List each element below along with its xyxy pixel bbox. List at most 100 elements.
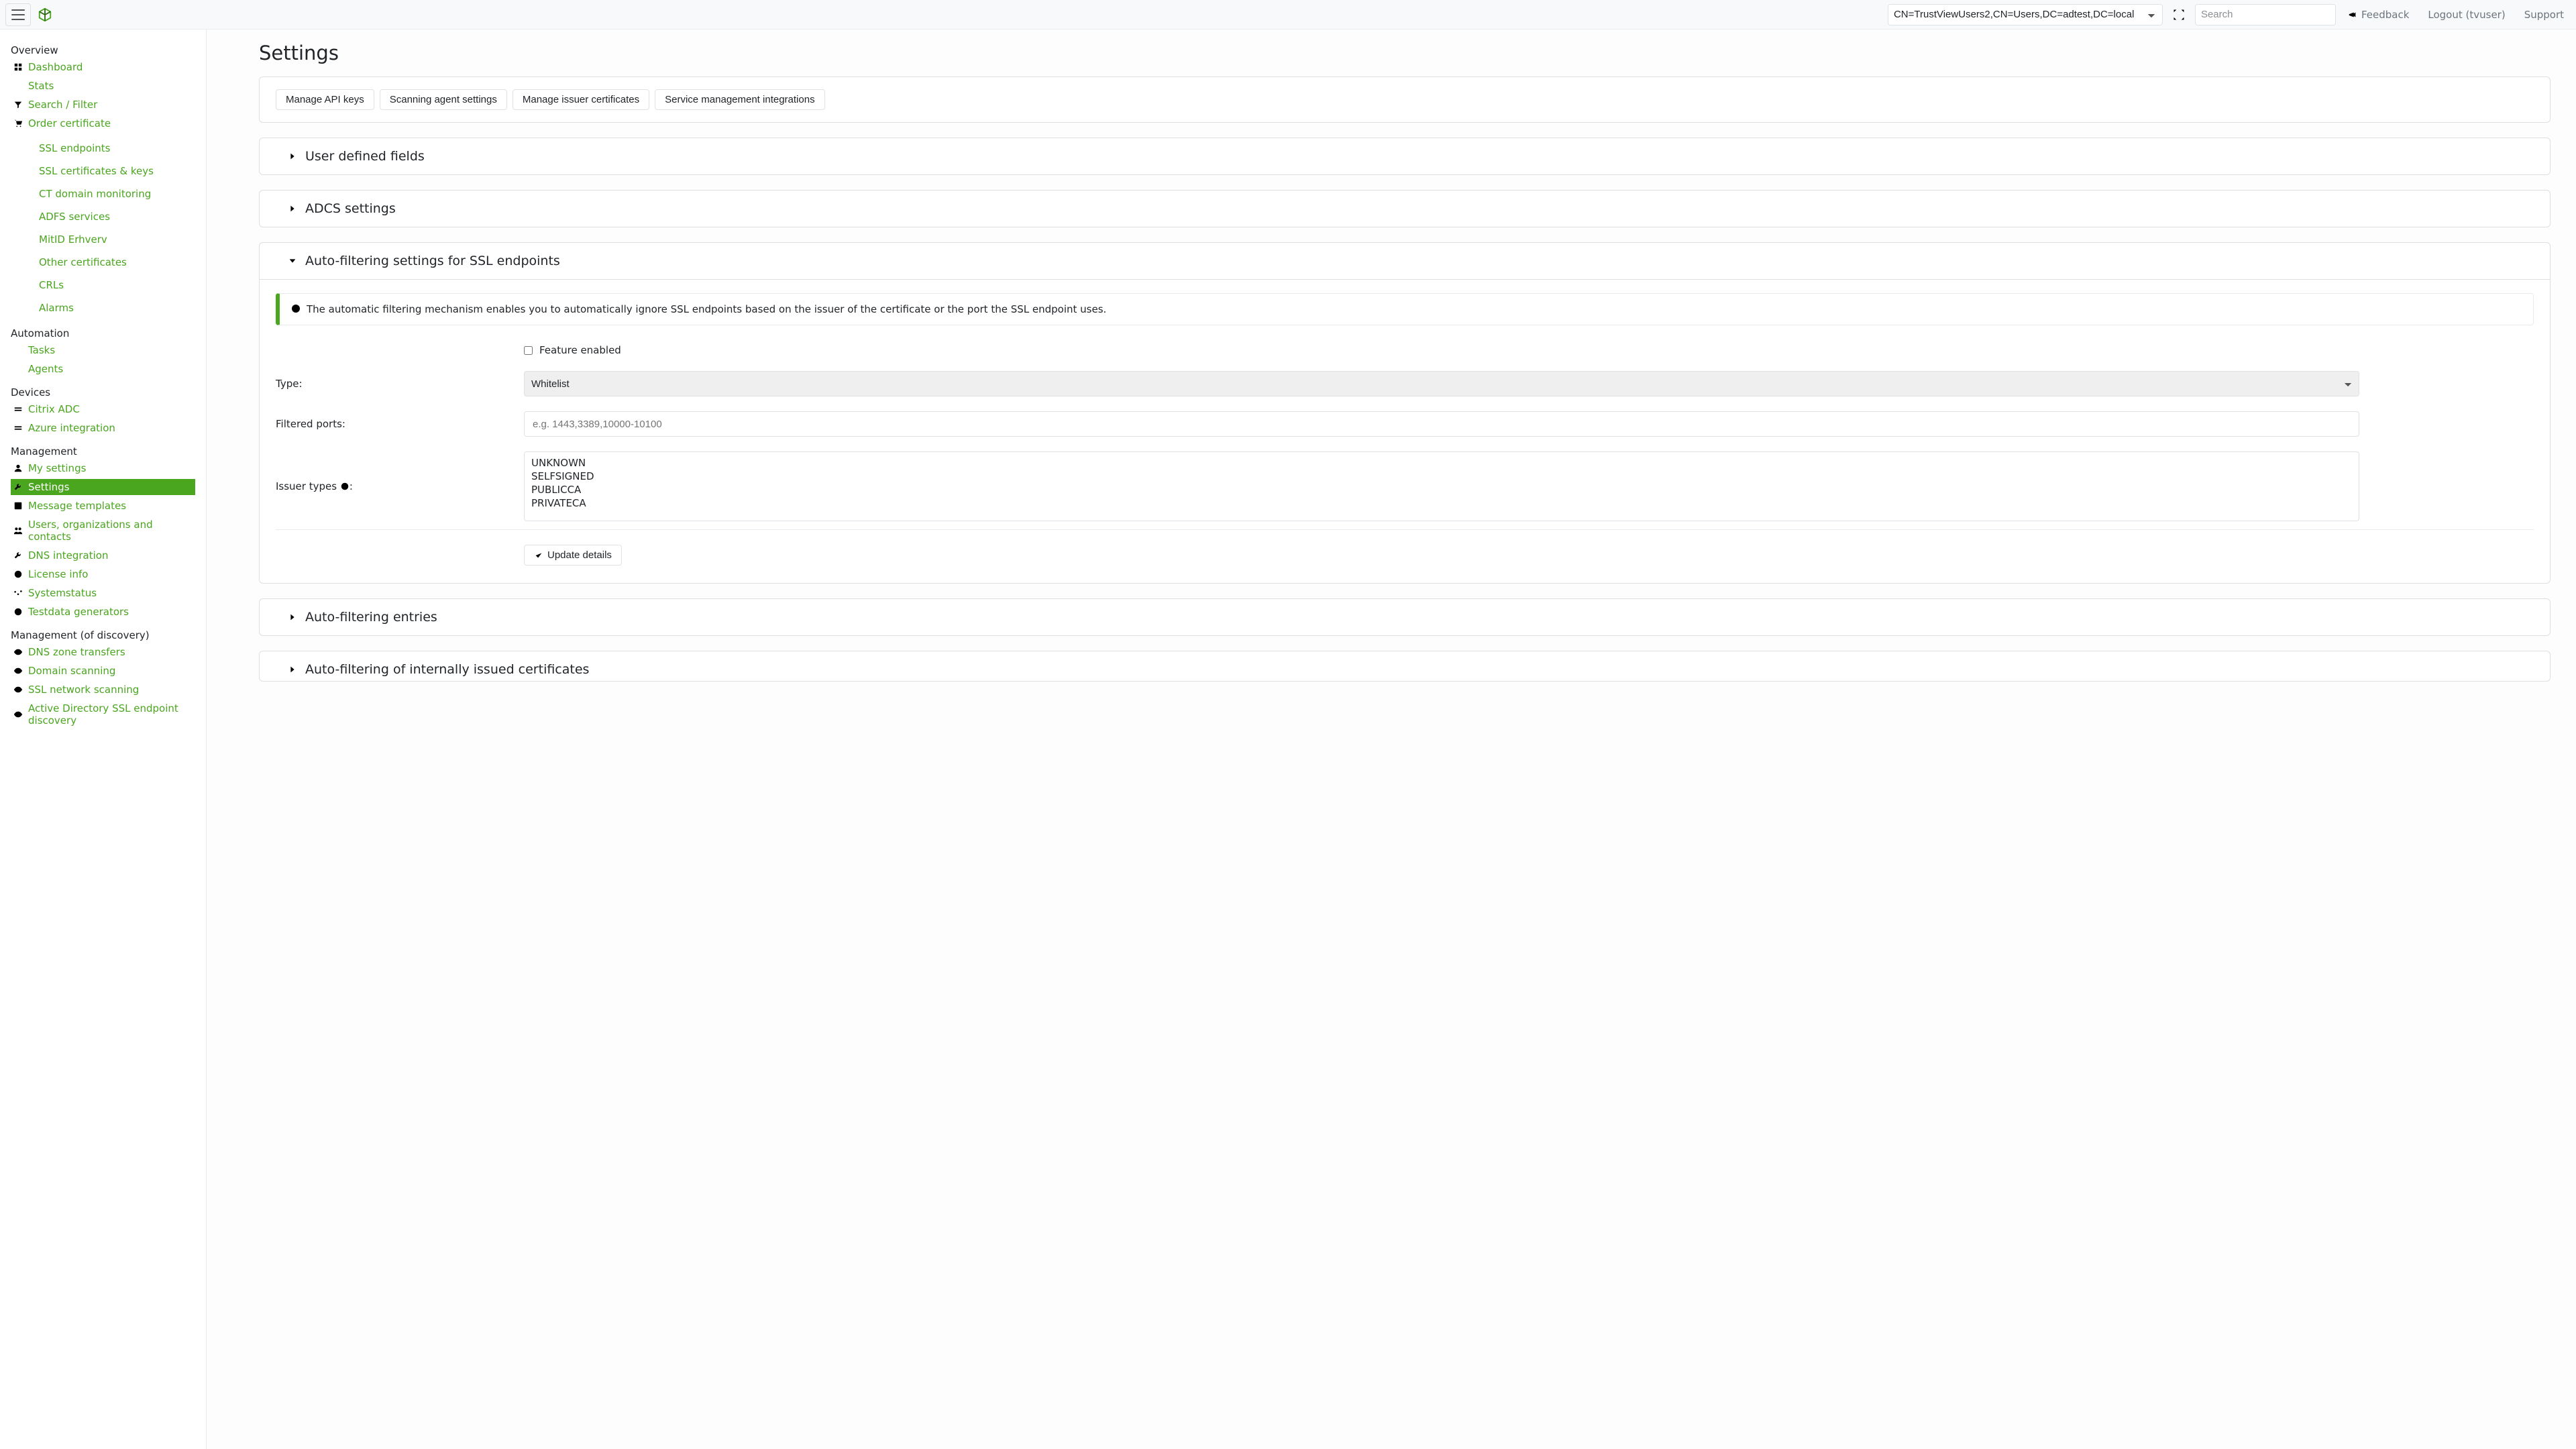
accordion-toggle-auto-filter-internal[interactable]: Auto-filtering of internally issued cert… bbox=[260, 651, 2550, 681]
issuer-type-option[interactable]: UNKNOWN bbox=[531, 456, 2352, 470]
sidebar-item-adfs-services[interactable]: ADFS services bbox=[21, 209, 184, 224]
chevron-down-icon bbox=[288, 256, 297, 266]
sidebar-item-label: ADFS services bbox=[39, 211, 110, 223]
search-input[interactable] bbox=[2195, 4, 2336, 25]
accordion-toggle-adcs-settings[interactable]: ADCS settings bbox=[260, 191, 2550, 227]
sidebar-item-dns-zone-transfers[interactable]: DNS zone transfers bbox=[11, 644, 195, 660]
settings-actions-card: Manage API keys Scanning agent settings Ma… bbox=[259, 76, 2551, 123]
list-icon bbox=[24, 212, 34, 221]
sidebar-item-ct-domain-monitoring[interactable]: CT domain monitoring bbox=[21, 186, 184, 201]
issuer-type-option[interactable]: SELFSIGNED bbox=[531, 470, 2352, 483]
sidebar-item-label: DNS zone transfers bbox=[28, 646, 125, 658]
sidebar-item-settings[interactable]: Settings bbox=[11, 479, 195, 495]
sidebar-item-testdata-generators[interactable]: Testdata generators bbox=[11, 604, 195, 620]
org-select[interactable]: CN=TrustViewUsers2,CN=Users,DC=adtest,DC… bbox=[1888, 4, 2163, 25]
sidebar-item-order-certificate[interactable]: Order certificate bbox=[11, 115, 195, 131]
users-icon bbox=[13, 526, 23, 535]
accordion-adcs-settings: ADCS settings bbox=[259, 190, 2551, 227]
sidebar-item-mitid-erhverv[interactable]: MitID Erhverv bbox=[21, 232, 184, 247]
eye-icon bbox=[13, 710, 23, 719]
sidebar-item-alarms[interactable]: Alarms bbox=[21, 301, 184, 315]
sidebar-item-active-directory-ssl-endpoint-discovery[interactable]: Active Directory SSL endpoint discovery bbox=[11, 700, 195, 729]
sidebar-item-search-filter[interactable]: Search / Filter bbox=[11, 97, 195, 113]
sidebar-item-dashboard[interactable]: Dashboard bbox=[11, 59, 195, 75]
list-icon bbox=[13, 345, 23, 355]
info-icon bbox=[13, 570, 23, 579]
sidebar-item-label: Systemstatus bbox=[28, 587, 97, 599]
sidebar-item-dns-integration[interactable]: DNS integration bbox=[11, 547, 195, 564]
filtered-ports-label: Filtered ports: bbox=[276, 418, 524, 430]
chevron-right-icon bbox=[288, 204, 297, 213]
main-content: Settings Manage API keysScanning agent s… bbox=[207, 30, 2576, 1449]
sidebar-item-other-certificates[interactable]: Other certificates bbox=[21, 255, 184, 270]
accordion-user-defined-fields: User defined fields bbox=[259, 138, 2551, 175]
sidebar-item-label: Alarms bbox=[39, 302, 74, 314]
accordion-toggle-auto-filter-entries[interactable]: Auto-filtering entries bbox=[260, 599, 2550, 635]
sidebar-item-label: Search / Filter bbox=[28, 99, 97, 111]
filtered-ports-input[interactable] bbox=[524, 411, 2359, 437]
manage-api-keys-button[interactable]: Manage API keys bbox=[276, 89, 374, 110]
sidebar-item-systemstatus[interactable]: Systemstatus bbox=[11, 585, 195, 601]
sidebar-item-license-info[interactable]: License info bbox=[11, 566, 195, 582]
sidebar-item-ssl-network-scanning[interactable]: SSL network scanning bbox=[11, 682, 195, 698]
sidebar-item-ssl-certificates-keys[interactable]: SSL certificates & keys bbox=[21, 164, 184, 178]
list-icon bbox=[24, 258, 34, 267]
feedback-link[interactable]: Feedback bbox=[2341, 9, 2416, 21]
sidebar-item-agents[interactable]: Agents bbox=[11, 361, 195, 377]
sidebar-item-label: Users, organizations and contacts bbox=[28, 519, 191, 543]
sidebar-item-label: Agents bbox=[28, 363, 63, 375]
nav-group-title: Overview bbox=[11, 40, 195, 58]
chevron-right-icon bbox=[288, 665, 297, 674]
sidebar-item-citrix-adc[interactable]: Citrix ADC bbox=[11, 401, 195, 417]
separator bbox=[276, 529, 2534, 530]
support-link[interactable]: Support bbox=[2518, 9, 2571, 21]
accordion-auto-filter-internal: Auto-filtering of internally issued cert… bbox=[259, 651, 2551, 682]
sidebar-item-ssl-endpoints[interactable]: SSL endpoints bbox=[21, 141, 184, 156]
issuer-type-option[interactable]: PUBLICCA bbox=[531, 483, 2352, 496]
type-select[interactable]: Whitelist bbox=[524, 371, 2359, 396]
sidebar-item-azure-integration[interactable]: Azure integration bbox=[11, 420, 195, 436]
sidebar-item-label: My settings bbox=[28, 462, 86, 474]
sliders-icon bbox=[13, 588, 23, 598]
issuer-types-listbox[interactable]: UNKNOWNSELFSIGNEDPUBLICCAPRIVATECA bbox=[524, 451, 2359, 521]
update-details-button[interactable]: Update details bbox=[524, 545, 622, 566]
sidebar-item-label: Active Directory SSL endpoint discovery bbox=[28, 702, 191, 727]
topbar-right: CN=TrustViewUsers2,CN=Users,DC=adtest,DC… bbox=[1888, 4, 2571, 25]
help-icon bbox=[290, 303, 301, 314]
sidebar-item-label: Dashboard bbox=[28, 61, 83, 73]
sidebar-item-label: MitID Erhverv bbox=[39, 233, 107, 246]
feature-enabled-checkbox[interactable] bbox=[524, 346, 533, 355]
scanning-agent-settings-button[interactable]: Scanning agent settings bbox=[380, 89, 507, 110]
help-icon[interactable] bbox=[340, 482, 350, 491]
topbar: CN=TrustViewUsers2,CN=Users,DC=adtest,DC… bbox=[0, 0, 2576, 30]
accordion-toggle-user-defined-fields[interactable]: User defined fields bbox=[260, 138, 2550, 174]
sidebar-item-label: Domain scanning bbox=[28, 665, 115, 677]
sidebar-item-tasks[interactable]: Tasks bbox=[11, 342, 195, 358]
logout-link[interactable]: Logout (tvuser) bbox=[2421, 9, 2512, 21]
issuer-type-option[interactable]: PRIVATECA bbox=[531, 496, 2352, 510]
user-icon bbox=[13, 464, 23, 473]
list-icon bbox=[13, 81, 23, 91]
list-icon bbox=[24, 144, 34, 153]
sidebar-item-domain-scanning[interactable]: Domain scanning bbox=[11, 663, 195, 679]
list-icon bbox=[24, 189, 34, 199]
menu-toggle-button[interactable] bbox=[5, 3, 31, 26]
sidebar-item-label: Tasks bbox=[28, 344, 55, 356]
feature-enabled-label[interactable]: Feature enabled bbox=[539, 344, 621, 356]
sidebar-item-my-settings[interactable]: My settings bbox=[11, 460, 195, 476]
info-banner: The automatic filtering mechanism enable… bbox=[276, 293, 2534, 325]
scan-icon[interactable] bbox=[2168, 4, 2190, 25]
eye-icon bbox=[13, 647, 23, 657]
manage-issuer-certificates-button[interactable]: Manage issuer certificates bbox=[513, 89, 649, 110]
sidebar-item-label: CT domain monitoring bbox=[39, 188, 151, 200]
sidebar-item-message-templates[interactable]: Message templates bbox=[11, 498, 195, 514]
nav-group-title: Management (of discovery) bbox=[11, 625, 195, 643]
accordion-toggle-auto-filter-ssl[interactable]: Auto-filtering settings for SSL endpoint… bbox=[260, 243, 2550, 279]
sidebar-item-label: SSL certificates & keys bbox=[39, 165, 154, 177]
sidebar-item-crls[interactable]: CRLs bbox=[21, 278, 184, 292]
sidebar-item-stats[interactable]: Stats bbox=[11, 78, 195, 94]
check-icon bbox=[534, 551, 543, 560]
sidebar-item-label: Other certificates bbox=[39, 256, 127, 268]
service-management-integrations-button[interactable]: Service management integrations bbox=[655, 89, 824, 110]
sidebar-item-users-organizations-and-contacts[interactable]: Users, organizations and contacts bbox=[11, 517, 195, 545]
